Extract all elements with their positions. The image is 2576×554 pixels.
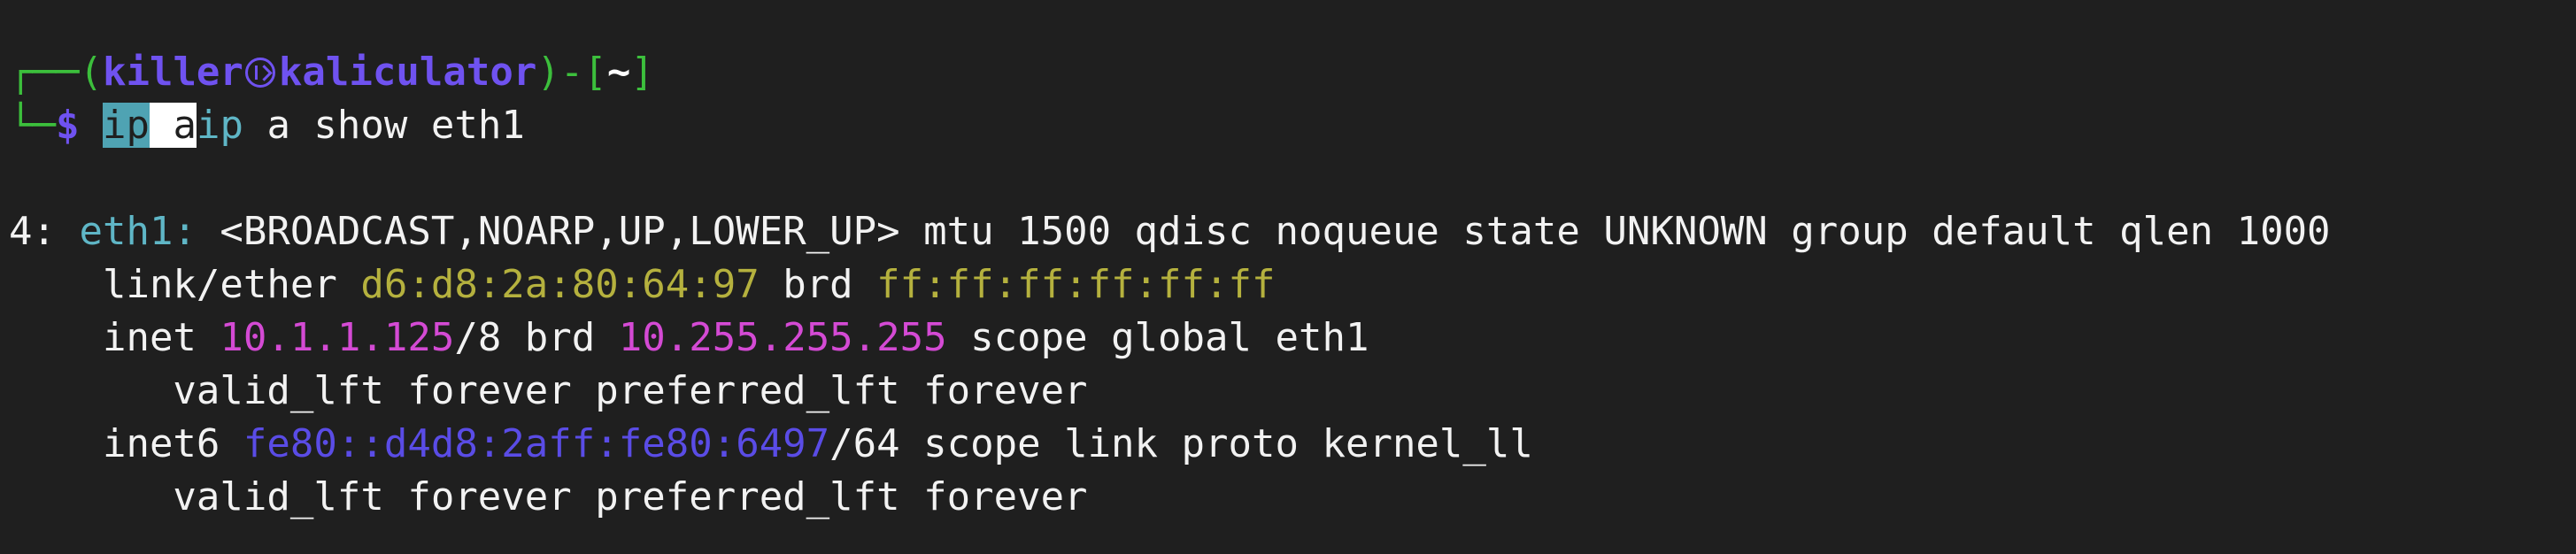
valid-lft-1: valid_lft forever preferred_lft forever: [9, 368, 1088, 413]
prompt-bracket-end: ]: [630, 50, 654, 95]
ipv4-suffix: /8 brd: [454, 315, 619, 360]
prompt-corner-top: ┌──(: [9, 50, 103, 95]
output-valid-line-2: valid_lft forever preferred_lft forever: [9, 471, 1088, 524]
prompt-bracket-mid: )-[: [536, 50, 607, 95]
ipv6-suffix: /64 scope link proto kernel_ll: [829, 421, 1533, 466]
output-link-line: link/ether d6:d8:2a:80:64:97 brd ff:ff:f…: [9, 258, 1276, 312]
inet-label: inet: [9, 315, 220, 360]
brd-label: brd: [759, 262, 877, 307]
ipv4-scope: scope global eth1: [946, 315, 1369, 360]
mac-address: d6:d8:2a:80:64:97: [360, 262, 760, 307]
mac-broadcast: ff:ff:ff:ff:ff:ff: [876, 262, 1276, 307]
output-inet6-line: inet6 fe80::d4d8:2aff:fe80:6497/64 scope…: [9, 418, 1533, 471]
prompt-line-top: ┌──(killer kaliculator)-[~]: [9, 46, 654, 99]
prompt-cwd: ~: [606, 50, 631, 95]
valid-lft-2: valid_lft forever preferred_lft forever: [9, 474, 1088, 519]
terminal-window[interactable]: ┌──(killer kaliculator)-[~] └─$ ip aip a …: [0, 0, 2576, 554]
prompt-corner-bottom: └─: [9, 103, 56, 148]
output-inet-line: inet 10.1.1.125/8 brd 10.255.255.255 sco…: [9, 312, 1369, 365]
command-selection-space[interactable]: [149, 103, 174, 148]
kali-dragon-icon: [244, 58, 275, 88]
ipv6-address: fe80::d4d8:2aff:fe80:6497: [243, 421, 830, 466]
command-line[interactable]: └─$ ip aip a show eth1: [9, 99, 525, 152]
command-name: ip: [196, 103, 243, 148]
iface-flags: <BROADCAST,NOARP,UP,LOWER_UP> mtu 1500 q…: [196, 209, 2331, 254]
output-valid-line-1: valid_lft forever preferred_lft forever: [9, 365, 1088, 418]
iface-index: 4:: [9, 209, 80, 254]
inet6-label: inet6: [9, 421, 243, 466]
ipv4-address: 10.1.1.125: [220, 315, 455, 360]
ipv4-broadcast: 10.255.255.255: [618, 315, 947, 360]
prompt-dollar: $: [55, 103, 80, 148]
iface-name: eth1:: [79, 209, 197, 254]
prompt-host: kaliculator: [278, 50, 537, 95]
command-args: a show eth1: [243, 103, 525, 148]
command-cursor-char[interactable]: a: [173, 103, 197, 148]
command-selection-ip[interactable]: ip: [102, 103, 150, 148]
link-label: link/ether: [9, 262, 361, 307]
prompt-user: killer: [102, 50, 243, 95]
output-iface-line: 4: eth1: <BROADCAST,NOARP,UP,LOWER_UP> m…: [9, 205, 2331, 258]
